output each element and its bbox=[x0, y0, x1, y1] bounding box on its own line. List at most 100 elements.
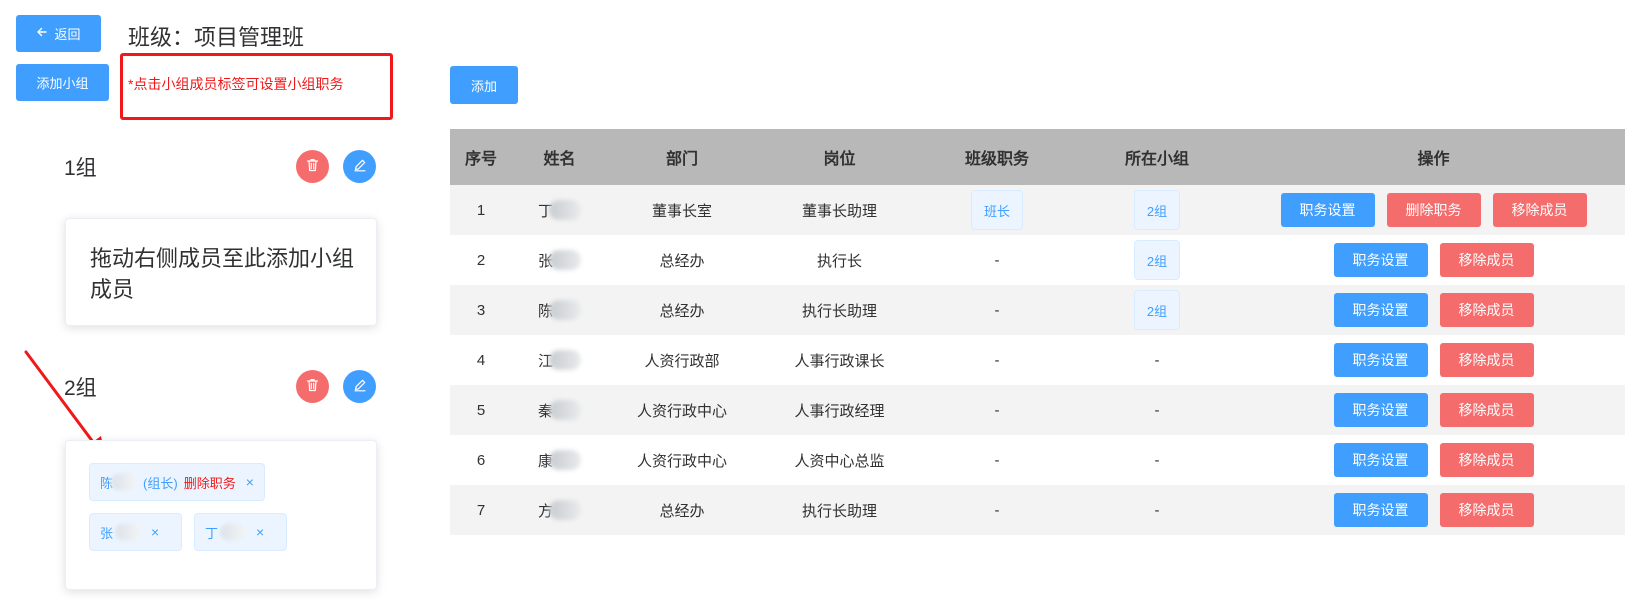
redacted-name bbox=[549, 400, 581, 420]
table-row[interactable]: 4 江 人资行政部 人事行政课长 - - 职务设置 移除成员 bbox=[450, 335, 1625, 385]
redacted-name bbox=[115, 523, 142, 541]
redacted-name bbox=[220, 523, 247, 541]
group-drop-zone-2[interactable]: 陈 (组长) 删除职务 × 张 × 丁 × bbox=[65, 440, 377, 590]
member-tag[interactable]: 丁 × bbox=[194, 513, 287, 551]
delete-group-button[interactable] bbox=[296, 370, 329, 403]
table-row[interactable]: 2 张 总经办 执行长 - 2组 职务设置 移除成员 bbox=[450, 235, 1625, 285]
cell-group: - bbox=[1072, 435, 1242, 485]
member-tag[interactable]: 陈 (组长) 删除职务 × bbox=[89, 463, 265, 501]
redacted-name bbox=[549, 500, 581, 520]
set-role-button[interactable]: 职务设置 bbox=[1333, 493, 1428, 527]
cell-no: 5 bbox=[450, 385, 512, 435]
tag-name: 张 bbox=[100, 525, 114, 541]
redacted-name bbox=[549, 350, 581, 370]
member-tag[interactable]: 张 × bbox=[89, 513, 182, 551]
cell-class-role: - bbox=[922, 235, 1072, 285]
member-table: 序号 姓名 部门 岗位 班级职务 所在小组 操作 1 丁 董事长室 董事长助理 … bbox=[450, 129, 1625, 535]
remove-member-button[interactable]: 移除成员 bbox=[1439, 393, 1534, 427]
group-drop-zone-1[interactable]: 拖动右侧成员至此添加小组成员 bbox=[65, 218, 377, 326]
cell-dept: 总经办 bbox=[607, 235, 757, 285]
remove-role-button[interactable]: 删除职务 bbox=[1386, 193, 1481, 227]
trash-icon bbox=[306, 158, 319, 175]
cell-actions: 职务设置 移除成员 bbox=[1242, 285, 1625, 335]
cell-dept: 总经办 bbox=[607, 485, 757, 535]
group-title-2: 2组 bbox=[64, 377, 97, 400]
hint-text: *点击小组成员标签可设置小组职务 bbox=[128, 76, 344, 92]
cell-post: 人资中心总监 bbox=[757, 435, 922, 485]
remove-member-button[interactable]: 移除成员 bbox=[1439, 443, 1534, 477]
set-role-button[interactable]: 职务设置 bbox=[1333, 393, 1428, 427]
cell-name: 秦 bbox=[512, 385, 607, 435]
cell-post: 人事行政经理 bbox=[757, 385, 922, 435]
cell-dept: 总经办 bbox=[607, 285, 757, 335]
class-role-badge: 班长 bbox=[970, 190, 1023, 230]
set-role-button[interactable]: 职务设置 bbox=[1333, 343, 1428, 377]
close-icon[interactable]: × bbox=[151, 524, 159, 540]
remove-member-button[interactable]: 移除成员 bbox=[1492, 193, 1587, 227]
cell-group: - bbox=[1072, 335, 1242, 385]
page-title: 班级：项目管理班 bbox=[128, 25, 305, 50]
cell-class-role: - bbox=[922, 485, 1072, 535]
add-member-button[interactable]: 添加 bbox=[450, 66, 518, 104]
remove-member-button[interactable]: 移除成员 bbox=[1439, 493, 1534, 527]
cell-group: 2组 bbox=[1072, 185, 1242, 235]
remove-member-button[interactable]: 移除成员 bbox=[1439, 293, 1534, 327]
add-group-button[interactable]: 添加小组 bbox=[16, 64, 109, 101]
set-role-button[interactable]: 职务设置 bbox=[1333, 243, 1428, 277]
cell-dept: 人资行政部 bbox=[607, 335, 757, 385]
cell-class-role: - bbox=[922, 435, 1072, 485]
cell-post: 执行长助理 bbox=[757, 285, 922, 335]
column-header: 部门 bbox=[607, 129, 757, 185]
remove-member-button[interactable]: 移除成员 bbox=[1439, 343, 1534, 377]
table-row[interactable]: 6 康 人资行政中心 人资中心总监 - - 职务设置 移除成员 bbox=[450, 435, 1625, 485]
redacted-name bbox=[111, 473, 138, 491]
table-row[interactable]: 1 丁 董事长室 董事长助理 班长 2组 职务设置 删除职务 移除成员 bbox=[450, 185, 1625, 235]
cell-name: 张 bbox=[512, 235, 607, 285]
column-header: 所在小组 bbox=[1072, 129, 1242, 185]
cell-no: 6 bbox=[450, 435, 512, 485]
column-header: 操作 bbox=[1242, 129, 1625, 185]
redacted-name bbox=[549, 300, 581, 320]
table-row[interactable]: 7 方 总经办 执行长助理 - - 职务设置 移除成员 bbox=[450, 485, 1625, 535]
cell-class-role: - bbox=[922, 285, 1072, 335]
group-badge: 2组 bbox=[1133, 190, 1181, 230]
cell-actions: 职务设置 移除成员 bbox=[1242, 385, 1625, 435]
cell-dept: 董事长室 bbox=[607, 185, 757, 235]
cell-class-role: - bbox=[922, 335, 1072, 385]
table-row[interactable]: 5 秦 人资行政中心 人事行政经理 - - 职务设置 移除成员 bbox=[450, 385, 1625, 435]
group-badge: 2组 bbox=[1133, 290, 1181, 330]
set-role-button[interactable]: 职务设置 bbox=[1280, 193, 1375, 227]
close-icon[interactable]: × bbox=[246, 474, 254, 490]
set-role-button[interactable]: 职务设置 bbox=[1333, 443, 1428, 477]
tag-name: 丁 bbox=[205, 525, 219, 541]
remove-role-link[interactable]: 删除职务 bbox=[184, 473, 236, 492]
cell-post: 人事行政课长 bbox=[757, 335, 922, 385]
delete-group-button[interactable] bbox=[296, 150, 329, 183]
cell-name: 丁 bbox=[512, 185, 607, 235]
cell-no: 4 bbox=[450, 335, 512, 385]
redacted-name bbox=[549, 250, 581, 270]
cell-actions: 职务设置 移除成员 bbox=[1242, 435, 1625, 485]
cell-name: 方 bbox=[512, 485, 607, 535]
set-role-button[interactable]: 职务设置 bbox=[1333, 293, 1428, 327]
redacted-name bbox=[549, 200, 581, 220]
cell-no: 7 bbox=[450, 485, 512, 535]
cell-group: 2组 bbox=[1072, 285, 1242, 335]
column-header: 班级职务 bbox=[922, 129, 1072, 185]
cell-dept: 人资行政中心 bbox=[607, 385, 757, 435]
column-header: 岗位 bbox=[757, 129, 922, 185]
remove-member-button[interactable]: 移除成员 bbox=[1439, 243, 1534, 277]
table-row[interactable]: 3 陈 总经办 执行长助理 - 2组 职务设置 移除成员 bbox=[450, 285, 1625, 335]
cell-name: 陈 bbox=[512, 285, 607, 335]
edit-group-button[interactable] bbox=[343, 370, 376, 403]
arrow-left-icon bbox=[36, 26, 48, 41]
cell-name: 江 bbox=[512, 335, 607, 385]
column-header: 序号 bbox=[450, 129, 512, 185]
cell-no: 3 bbox=[450, 285, 512, 335]
cell-group: 2组 bbox=[1072, 235, 1242, 285]
group-badge: 2组 bbox=[1133, 240, 1181, 280]
edit-icon bbox=[353, 158, 367, 175]
close-icon[interactable]: × bbox=[256, 524, 264, 540]
edit-group-button[interactable] bbox=[343, 150, 376, 183]
back-button[interactable]: 返回 bbox=[16, 15, 101, 52]
